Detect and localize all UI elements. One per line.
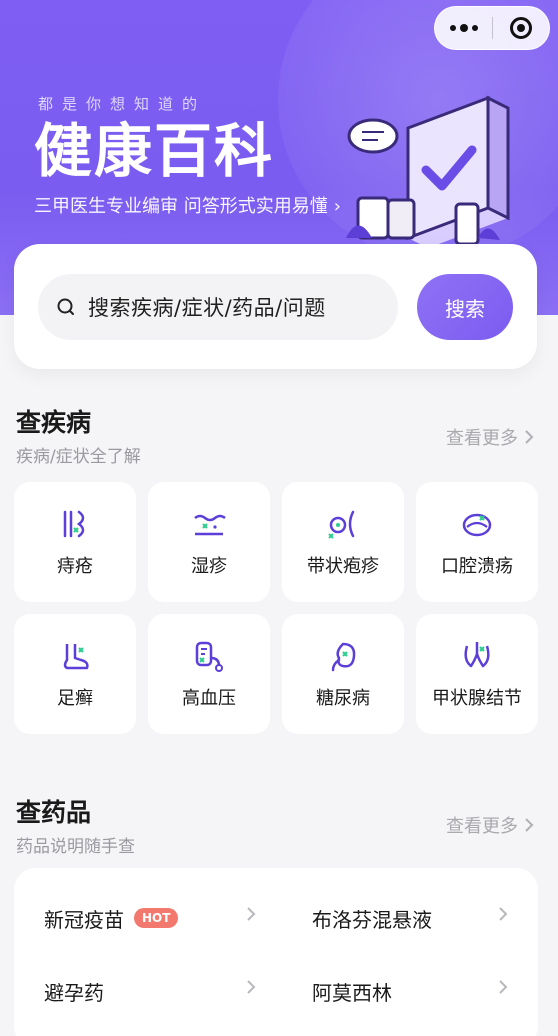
disease-tile-shingles[interactable]: 带状疱疹	[282, 482, 404, 602]
chevron-right-icon	[247, 980, 256, 994]
hot-badge: HOT	[134, 908, 179, 928]
disease-label: 糖尿病	[316, 688, 370, 709]
drug-more-link[interactable]: 查看更多	[446, 812, 534, 838]
disease-label: 带状疱疹	[307, 556, 379, 577]
eczema-icon	[194, 514, 226, 536]
disease-tile-mouth-ulcer[interactable]: 口腔溃疡	[416, 482, 538, 602]
disease-label: 湿疹	[191, 556, 227, 577]
drug-item-covid-vaccine[interactable]: 新冠疫苗 HOT	[44, 882, 256, 954]
search-icon	[57, 298, 74, 315]
mini-program-capsule[interactable]	[434, 6, 550, 50]
drug-name: 阿莫西林	[312, 980, 392, 1005]
hemorrhoid-icon	[63, 510, 85, 538]
drug-more-label: 查看更多	[446, 816, 518, 837]
book-checkmark-illustration	[346, 95, 510, 248]
disease-grid: 痔疮 湿疹 带状疱疹 口腔溃疡 足癣 高血压 糖尿病 甲状腺结节	[14, 482, 538, 734]
hero-tagline: 都是你想知道的	[38, 95, 207, 113]
search-button[interactable]: 搜索	[417, 274, 513, 340]
disease-tile-diabetes[interactable]: 糖尿病	[282, 614, 404, 734]
drug-list-card: 新冠疫苗 HOT 布洛芬混悬液 避孕药 阿莫西林	[14, 868, 538, 1036]
drug-item-ibuprofen[interactable]: 布洛芬混悬液	[312, 882, 508, 954]
mouth-ulcer-icon	[462, 513, 492, 537]
disease-tile-eczema[interactable]: 湿疹	[148, 482, 270, 602]
disease-section-subtitle: 疾病/症状全了解	[16, 447, 141, 467]
disease-more-label: 查看更多	[446, 428, 518, 449]
more-menu-icon[interactable]	[435, 6, 492, 50]
disease-label: 甲状腺结节	[432, 688, 522, 709]
hero-subtitle-link[interactable]: 三甲医生专业编审 问答形式实用易懂 ›	[34, 192, 341, 218]
disease-tile-hypertension[interactable]: 高血压	[148, 614, 270, 734]
chevron-right-icon	[499, 907, 508, 921]
drug-name: 新冠疫苗	[44, 907, 124, 932]
hero-subtitle-text: 三甲医生专业编审 问答形式实用易懂	[34, 196, 328, 217]
foot-icon	[63, 644, 89, 670]
search-placeholder: 搜索疾病/症状/药品/问题	[88, 296, 326, 320]
kidney-icon	[331, 642, 356, 672]
disease-label: 痔疮	[57, 556, 93, 577]
drug-section-title: 查药品	[16, 798, 92, 827]
chevron-right-icon	[499, 980, 508, 994]
disease-tile-thyroid[interactable]: 甲状腺结节	[416, 614, 538, 734]
disease-label: 口腔溃疡	[441, 556, 513, 577]
drug-section-subtitle: 药品说明随手查	[16, 837, 135, 857]
chevron-right-icon	[525, 430, 534, 444]
disease-label: 高血压	[182, 688, 236, 709]
disease-label: 足癣	[57, 688, 93, 709]
drug-name: 布洛芬混悬液	[312, 907, 432, 932]
disease-tile-hemorrhoid[interactable]: 痔疮	[14, 482, 136, 602]
blood-pressure-icon	[195, 641, 223, 672]
chevron-right-icon	[247, 907, 256, 921]
search-input[interactable]: 搜索疾病/症状/药品/问题	[38, 274, 398, 340]
disease-more-link[interactable]: 查看更多	[446, 424, 534, 450]
disease-section-title: 查疾病	[16, 408, 92, 437]
shingles-icon	[328, 510, 355, 539]
thyroid-icon	[464, 642, 490, 668]
chevron-right-icon	[525, 818, 534, 832]
drug-item-amoxicillin[interactable]: 阿莫西林	[312, 955, 508, 1027]
drug-name: 避孕药	[44, 980, 104, 1005]
hero-title: 健康百科	[34, 117, 275, 185]
disease-tile-athletes-foot[interactable]: 足癣	[14, 614, 136, 734]
drug-item-contraceptive[interactable]: 避孕药	[44, 955, 256, 1027]
close-miniprogram-icon[interactable]	[493, 6, 549, 50]
search-card: 搜索疾病/症状/药品/问题 搜索	[14, 244, 537, 369]
